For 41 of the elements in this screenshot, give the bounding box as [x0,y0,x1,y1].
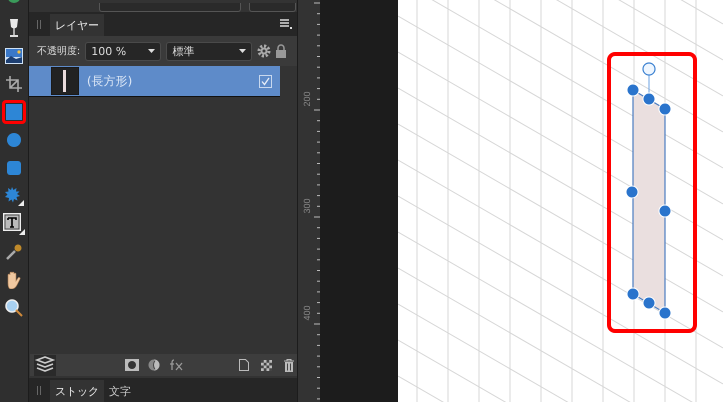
adjustment-icon[interactable] [148,359,160,371]
trash-icon[interactable] [284,358,294,372]
magnifier-icon [4,299,23,317]
crop-icon [6,76,22,92]
value-field[interactable] [248,3,296,12]
lock-icon[interactable] [276,44,286,58]
layer-name: (長方形) [86,72,134,90]
rotation-handle[interactable] [642,62,656,76]
mask-icon[interactable] [124,359,139,371]
slider-field[interactable] [98,3,241,12]
pipette-icon [6,244,22,260]
menu-icon[interactable] [280,19,292,29]
opacity-label: 不透明度: [36,44,80,58]
rectangle-icon [6,104,22,120]
glass-icon [8,18,20,38]
tool-button[interactable] [2,212,26,236]
rounded-square-icon [6,161,21,175]
ruler-label: 200 [302,91,312,107]
settings-icon[interactable] [257,44,272,58]
opacity-dropdown[interactable]: 100 % [85,42,162,60]
visibility-checkbox[interactable] [259,74,272,88]
blend-mode-dropdown[interactable]: 標準 [166,42,252,60]
new-page-icon[interactable] [238,359,249,371]
text-tool-icon [2,213,25,235]
ruler-label: 300 [302,198,312,214]
star-icon [4,186,24,206]
effects-icon[interactable] [168,359,183,371]
panel-tab[interactable]: 文字 [104,380,136,402]
circle-icon [6,133,21,147]
checkerboard-icon[interactable] [260,360,272,370]
ruler-label: 400 [302,305,312,321]
caret-icon [148,49,156,53]
layers-icon[interactable] [34,354,56,376]
hand-icon [5,271,22,289]
grip-icon [36,386,41,395]
panel-tab[interactable]: ストック [50,380,104,402]
caret-icon [239,49,246,53]
layer-thumbnail [50,67,79,95]
grip-icon [36,20,41,29]
panel-tab[interactable]: レイヤー [50,14,104,36]
picture-icon [4,48,23,64]
